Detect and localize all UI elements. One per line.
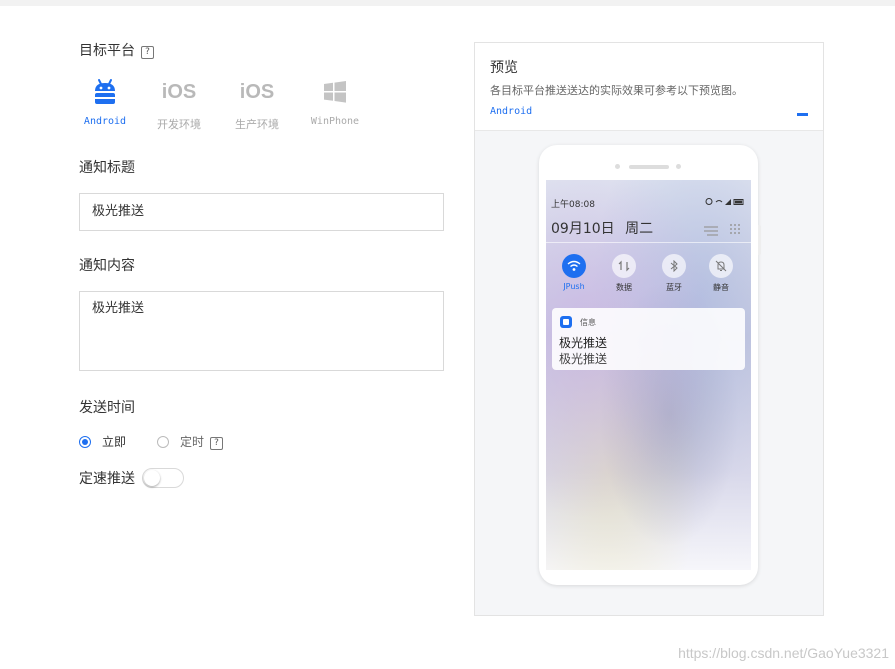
menu-lines-icon[interactable] [704,221,718,240]
platform-winphone[interactable]: WinPhone [299,76,371,127]
platform-section-label: 目标平台? [79,40,154,60]
preview-panel: 预览 各目标平台推送送达的实际效果可参考以下预览图。 Android 上午08:… [474,42,824,616]
send-now-label[interactable]: 立即 [102,433,126,450]
lock-date: 09月10日 周二 [551,218,653,238]
platform-android-label: Android [83,116,127,127]
bell-mute-icon [709,254,733,278]
phone-side-button [758,225,761,255]
date-text: 09月10日 [551,221,615,237]
platform-label: 目标平台 [79,43,135,59]
qs-data-label: 数据 [616,283,632,292]
notification-body: 极光推送 [559,352,608,366]
watermark: https://blog.csdn.net/GaoYue3321 [678,645,889,661]
collapse-icon[interactable] [797,113,808,116]
qs-bluetooth-label: 蓝牙 [666,283,682,292]
data-icon [612,254,636,278]
platform-ios-prod[interactable]: iOS 生产环境 [221,76,293,132]
preview-header: 预览 各目标平台推送送达的实际效果可参考以下预览图。 Android [475,43,823,131]
send-time-label: 发送时间 [79,400,135,416]
status-icons [705,197,745,208]
platform-winphone-label: WinPhone [310,116,360,127]
android-icon [69,76,141,108]
ios-icon: iOS [239,80,275,103]
qs-jpush[interactable]: JPush [557,254,591,291]
notification-app-name: 信息 [580,318,596,327]
weekday-text: 周二 [625,221,654,237]
platform-ios-dev[interactable]: iOS 开发环境 [143,76,215,132]
platform-ios-dev-label: 开发环境 [157,118,201,131]
toggle-knob [144,470,160,486]
radio-send-now[interactable] [79,436,91,448]
ios-icon: iOS [161,80,197,103]
content-label: 通知内容 [79,258,135,274]
qs-data[interactable]: 数据 [607,254,641,293]
notification-card[interactable]: 信息 极光推送 极光推送 [552,308,745,370]
message-app-icon [560,316,572,328]
phone-mockup: 上午08:08 09月10日 周二 JPush 数据 蓝牙 静音 信息 极光推送… [539,145,761,585]
wifi-icon [562,254,586,278]
send-scheduled-label: 定时? [180,433,224,450]
grid-icon[interactable] [729,220,741,239]
qs-mute-label: 静音 [713,283,729,292]
phone-speaker [629,165,669,169]
notification-title: 极光推送 [559,336,608,350]
platform-ios-prod-label: 生产环境 [235,118,279,131]
qs-jpush-label: JPush [563,282,585,291]
rate-push-label: 定速推送 [79,471,135,487]
qs-mute[interactable]: 静音 [704,254,738,293]
phone-camera [615,164,620,169]
send-scheduled-text[interactable]: 定时 [180,435,204,449]
bluetooth-icon [662,254,686,278]
phone-sensor [676,164,681,169]
title-label: 通知标题 [79,160,135,176]
windows-icon [299,76,371,108]
help-icon[interactable]: ? [210,437,224,450]
radio-send-scheduled[interactable] [157,436,169,448]
rate-push-toggle[interactable] [142,468,184,488]
content-textarea[interactable]: 极光推送 [79,291,444,371]
status-time: 上午08:08 [551,200,595,210]
platform-android[interactable]: Android [69,76,141,127]
qs-bluetooth[interactable]: 蓝牙 [657,254,691,293]
title-input[interactable]: 极光推送 [79,193,444,231]
help-icon[interactable]: ? [141,46,154,59]
preview-title: 预览 [490,60,518,76]
divider [546,242,751,243]
preview-description: 各目标平台推送送达的实际效果可参考以下预览图。 [490,84,743,97]
preview-platform-tab[interactable]: Android [490,106,532,117]
top-band [0,0,895,6]
phone-screen: 上午08:08 09月10日 周二 JPush 数据 蓝牙 静音 信息 极光推送… [546,180,751,570]
